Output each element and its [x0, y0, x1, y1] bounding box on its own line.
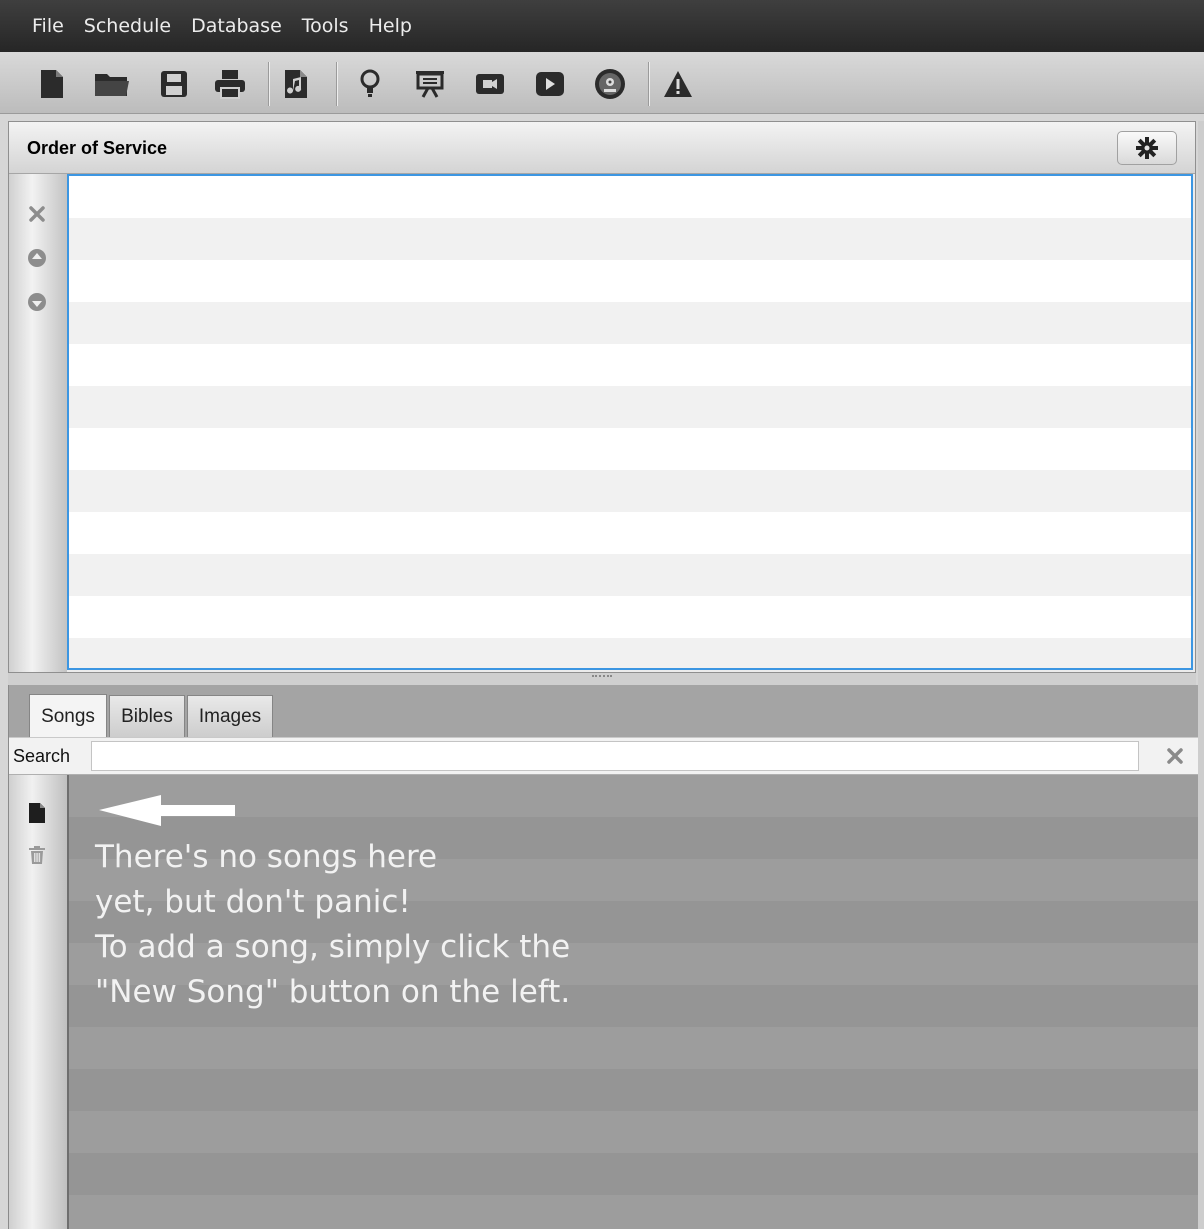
new-song-icon [29, 803, 45, 823]
video-icon [476, 74, 504, 94]
clear-search-button[interactable] [1162, 743, 1188, 769]
clear-search-icon [1167, 748, 1183, 764]
menu-file[interactable]: File [22, 15, 74, 37]
remove-icon [29, 206, 45, 222]
toolbar [0, 52, 1204, 114]
library-tabs: Songs Bibles Images [9, 685, 1198, 738]
new-song-icon [285, 70, 307, 98]
remove-item-button[interactable] [23, 200, 51, 228]
open-schedule-icon [95, 74, 129, 96]
presentation-icon [416, 71, 444, 98]
empty-message-line: yet, but don't panic! [95, 884, 411, 920]
menu-tools[interactable]: Tools [292, 15, 359, 37]
new-schedule-button[interactable] [32, 64, 72, 104]
order-of-service-sidebar [9, 174, 67, 672]
right-edge-divider [1198, 121, 1204, 1229]
splitter-grip[interactable] [592, 675, 612, 679]
save-schedule-icon [161, 71, 187, 97]
dvd-button[interactable] [590, 64, 630, 104]
order-of-service-settings-button[interactable] [1117, 131, 1177, 165]
move-up-button[interactable] [23, 244, 51, 272]
move-up-icon [28, 249, 46, 267]
delete-song-button[interactable] [23, 841, 51, 869]
move-down-button[interactable] [23, 288, 51, 316]
empty-song-message: There's no songs here yet, but don't pan… [95, 835, 570, 1015]
gear-icon [1136, 137, 1158, 159]
print-button[interactable] [210, 64, 250, 104]
move-down-icon [28, 293, 46, 311]
new-song-button[interactable] [23, 799, 51, 827]
tab-bibles[interactable]: Bibles [109, 695, 185, 737]
menu-schedule[interactable]: Schedule [74, 15, 181, 37]
warning-button[interactable] [658, 64, 698, 104]
youtube-button[interactable] [530, 64, 570, 104]
empty-message-line: To add a song, simply click the [95, 929, 571, 965]
warning-icon [664, 71, 692, 97]
notice-icon [360, 69, 380, 97]
menu-help[interactable]: Help [359, 15, 422, 37]
order-of-service-list[interactable] [67, 174, 1193, 670]
arrow-left-icon [99, 795, 235, 826]
song-list[interactable]: There's no songs here yet, but don't pan… [67, 775, 1199, 1229]
order-of-service-title: Order of Service [27, 138, 168, 158]
search-input[interactable] [91, 741, 1139, 771]
empty-message-line: There's no songs here [95, 839, 438, 875]
presentation-button[interactable] [410, 64, 450, 104]
order-of-service-header: Order of Service [9, 122, 1195, 174]
search-label: Search [13, 746, 71, 766]
new-song-toolbar-button[interactable] [276, 64, 316, 104]
library-sidebar [9, 775, 67, 1229]
menu-bar: File Schedule Database Tools Help [0, 0, 1204, 52]
notice-button[interactable] [350, 64, 390, 104]
panel-splitter[interactable] [8, 673, 1196, 685]
tab-images[interactable]: Images [187, 695, 273, 737]
save-schedule-button[interactable] [154, 64, 194, 104]
print-icon [215, 70, 245, 99]
video-button[interactable] [470, 64, 510, 104]
tab-songs[interactable]: Songs [29, 694, 107, 738]
search-row: Search [9, 737, 1198, 775]
library-panel: Songs Bibles Images Search There's no so… [8, 685, 1199, 1229]
youtube-icon [536, 72, 564, 96]
new-schedule-icon [41, 70, 63, 98]
empty-message-line: "New Song" button on the left. [95, 974, 571, 1010]
delete-song-icon [29, 846, 45, 864]
dvd-icon [595, 69, 625, 99]
order-of-service-panel: Order of Service [8, 121, 1196, 673]
menu-database[interactable]: Database [181, 15, 292, 37]
open-schedule-button[interactable] [92, 64, 132, 104]
